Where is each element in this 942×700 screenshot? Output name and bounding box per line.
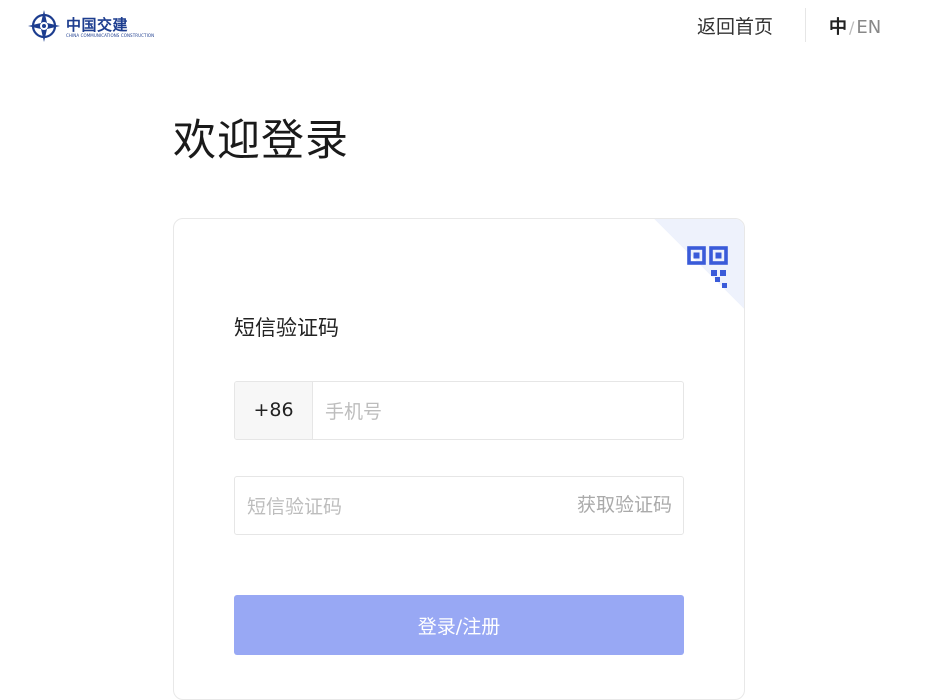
language-switcher: 中 / EN (829, 13, 881, 39)
logo-emblem-icon (28, 10, 60, 42)
language-option-en[interactable]: EN (856, 17, 881, 38)
logo[interactable]: 中国交建 CHINA COMMUNICATIONS CONSTRUCTION (26, 8, 154, 46)
header-divider (805, 8, 806, 42)
qr-login-toggle[interactable] (654, 219, 744, 309)
sms-code-field: 获取验证码 (234, 476, 684, 536)
login-method-title: 短信验证码 (234, 316, 339, 340)
qr-code-icon (687, 246, 728, 288)
language-separator: / (849, 18, 855, 37)
login-card: 短信验证码 +86 获取验证码 登录/注册 (173, 218, 745, 700)
language-option-zh[interactable]: 中 (829, 17, 847, 38)
get-code-button[interactable]: 获取验证码 (577, 477, 672, 534)
phone-field: +86 (234, 381, 684, 440)
logo-text-en: CHINA COMMUNICATIONS CONSTRUCTION (66, 33, 155, 38)
logo-text-cn: 中国交建 (66, 16, 129, 34)
page-title: 欢迎登录 (173, 116, 349, 166)
back-to-home-link[interactable]: 返回首页 (697, 12, 773, 39)
login-register-button[interactable]: 登录/注册 (234, 595, 684, 655)
top-header: 中国交建 CHINA COMMUNICATIONS CONSTRUCTION 返… (0, 0, 942, 52)
sms-code-input[interactable] (235, 477, 549, 536)
phone-number-input[interactable] (313, 382, 683, 439)
country-code-select[interactable]: +86 (235, 382, 313, 439)
